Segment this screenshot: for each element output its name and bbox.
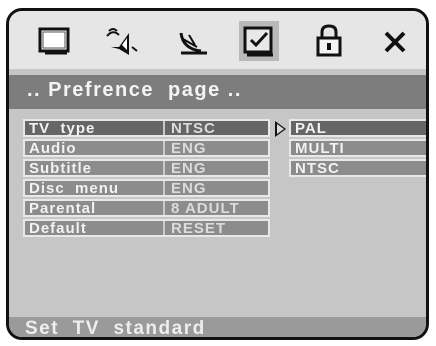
tab-password-setup[interactable] bbox=[309, 21, 349, 61]
menu-item-label: Subtitle bbox=[29, 160, 92, 177]
page-title: .. Prefrence page .. bbox=[27, 79, 242, 101]
menu-item-value: ENG bbox=[171, 140, 207, 157]
column-divider bbox=[163, 221, 165, 235]
padlock-icon bbox=[316, 24, 342, 57]
column-divider bbox=[163, 121, 165, 135]
status-hint: Set TV standard bbox=[25, 318, 206, 339]
submenu-option-pal[interactable]: PAL bbox=[289, 119, 426, 137]
tv-type-submenu: PAL MULTI NTSC bbox=[289, 119, 426, 179]
column-divider bbox=[163, 201, 165, 215]
column-divider bbox=[163, 161, 165, 175]
menu-item-label: Disc menu bbox=[29, 180, 120, 197]
submenu-option-label: MULTI bbox=[295, 140, 345, 157]
tab-audio-setup[interactable] bbox=[103, 21, 143, 61]
icon-tab-bar bbox=[9, 11, 426, 69]
settings-panel: TV type NTSC Audio ENG Subtitle ENG Disc… bbox=[9, 109, 426, 317]
menu-item-disc-menu[interactable]: Disc menu ENG bbox=[23, 179, 270, 197]
menu-item-tv-type[interactable]: TV type NTSC bbox=[23, 119, 270, 137]
menu-item-label: Audio bbox=[29, 140, 77, 157]
column-divider bbox=[163, 181, 165, 195]
column-divider bbox=[163, 141, 165, 155]
osd-frame: .. Prefrence page .. TV type NTSC Audio … bbox=[6, 8, 429, 340]
tv-screen-icon bbox=[38, 27, 70, 55]
checkbox-preference-icon bbox=[243, 26, 273, 57]
submenu-option-multi[interactable]: MULTI bbox=[289, 139, 426, 157]
menu-item-label: Default bbox=[29, 220, 87, 237]
tab-video-setup[interactable] bbox=[173, 21, 213, 61]
menu-item-audio[interactable]: Audio ENG bbox=[23, 139, 270, 157]
submenu-option-label: NTSC bbox=[295, 160, 340, 177]
tab-general-setup[interactable] bbox=[35, 21, 75, 61]
menu-item-parental[interactable]: Parental 8 ADULT bbox=[23, 199, 270, 217]
submenu-option-ntsc[interactable]: NTSC bbox=[289, 159, 426, 177]
preference-menu: TV type NTSC Audio ENG Subtitle ENG Disc… bbox=[23, 119, 270, 239]
menu-item-value: NTSC bbox=[171, 120, 216, 137]
close-x-icon bbox=[384, 31, 406, 53]
submenu-option-label: PAL bbox=[295, 120, 327, 137]
submenu-arrow-icon bbox=[275, 121, 286, 137]
menu-item-subtitle[interactable]: Subtitle ENG bbox=[23, 159, 270, 177]
menu-item-value: ENG bbox=[171, 160, 207, 177]
menu-item-value: RESET bbox=[171, 220, 227, 237]
menu-item-value: ENG bbox=[171, 180, 207, 197]
tab-preference-page[interactable] bbox=[239, 21, 279, 61]
menu-item-label: TV type bbox=[29, 120, 96, 137]
speaker-audio-icon bbox=[106, 28, 138, 55]
menu-item-value: 8 ADULT bbox=[171, 200, 240, 217]
menu-item-default[interactable]: Default RESET bbox=[23, 219, 270, 237]
page-title-bar: .. Prefrence page .. bbox=[9, 75, 426, 109]
menu-item-label: Parental bbox=[29, 200, 97, 217]
satellite-dish-icon bbox=[179, 32, 207, 55]
tab-exit[interactable] bbox=[375, 21, 415, 61]
status-bar: Set TV standard bbox=[9, 317, 426, 339]
